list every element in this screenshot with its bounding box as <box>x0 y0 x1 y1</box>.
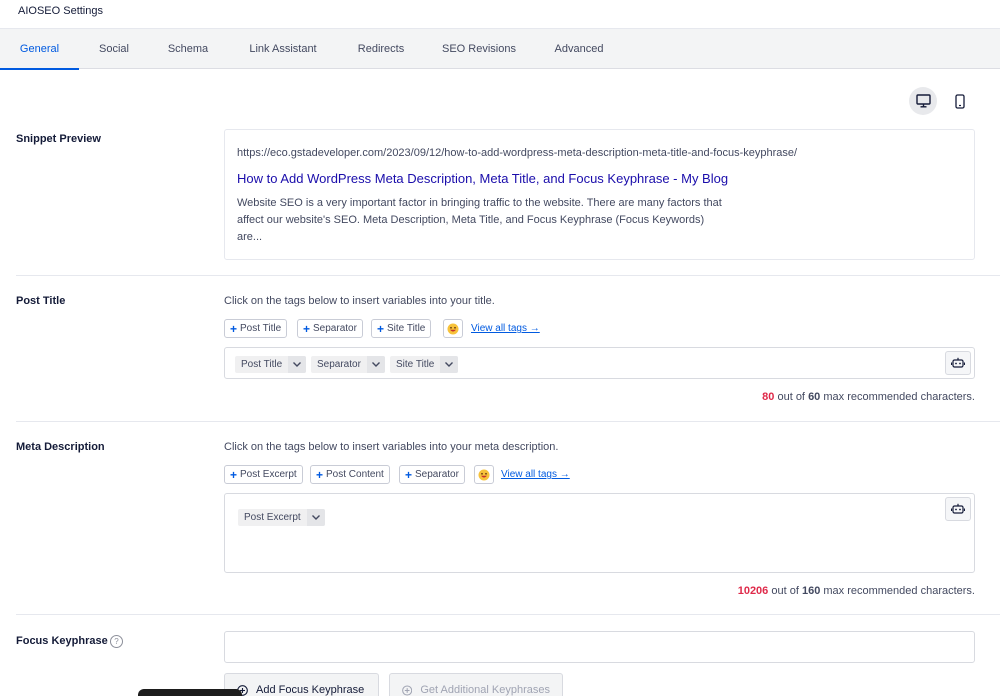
meta-description-char-count: 10206 out of 160 max recommended charact… <box>737 585 975 597</box>
tag-label: Post Excerpt <box>240 469 297 480</box>
post-title-label: Post Title <box>16 295 66 307</box>
help-icon[interactable]: ? <box>110 635 123 648</box>
tab-redirects[interactable]: Redirects <box>351 29 411 69</box>
post-title-editor[interactable]: Post Title Separator Site Title <box>224 347 975 379</box>
chevron-down-icon[interactable] <box>440 356 459 373</box>
add-focus-keyphrase-button[interactable]: Add Focus Keyphrase <box>224 673 379 696</box>
tab-seo-revisions[interactable]: SEO Revisions <box>437 29 521 69</box>
desktop-preview-button[interactable] <box>909 87 937 115</box>
chip-separator[interactable]: Separator <box>311 356 385 373</box>
post-title-char-count: 80 out of 60 max recommended characters. <box>762 391 975 403</box>
section-divider <box>16 614 1000 615</box>
tag-label: Separator <box>415 469 459 480</box>
chip-site-title[interactable]: Site Title <box>390 356 459 373</box>
meta-description-hint: Click on the tags below to insert variab… <box>224 441 559 453</box>
desktop-icon <box>915 94 931 108</box>
post-title-hint: Click on the tags below to insert variab… <box>224 295 495 307</box>
snippet-url: https://eco.gstadeveloper.com/2023/09/12… <box>237 147 798 159</box>
tag-post-content-button[interactable]: + Post Content <box>310 465 390 484</box>
mobile-preview-button[interactable] <box>946 87 974 115</box>
meta-description-label: Meta Description <box>16 441 105 453</box>
plus-icon: + <box>230 321 238 336</box>
tag-separator-button[interactable]: + Separator <box>399 465 465 484</box>
ai-generate-description-button[interactable] <box>945 497 971 521</box>
tag-label: Site Title <box>387 323 426 334</box>
tag-separator-button[interactable]: + Separator <box>297 319 363 338</box>
focus-keyphrase-input[interactable] <box>224 631 975 663</box>
ai-generate-title-button[interactable] <box>945 351 971 375</box>
snippet-description: Website SEO is a very important factor i… <box>237 197 722 243</box>
settings-header: AIOSEO Settings <box>0 0 1000 29</box>
tab-schema[interactable]: Schema <box>162 29 214 69</box>
view-all-tags-link[interactable]: View all tags → <box>501 469 570 480</box>
snippet-preview-box: https://eco.gstadeveloper.com/2023/09/12… <box>224 129 975 260</box>
plus-icon: + <box>316 467 324 482</box>
robot-icon <box>951 503 965 514</box>
snippet-preview-label: Snippet Preview <box>16 133 101 145</box>
emoji-picker-button[interactable] <box>474 465 494 484</box>
tag-site-title-button[interactable]: + Site Title <box>371 319 432 338</box>
tag-post-title-button[interactable]: + Post Title <box>224 319 288 338</box>
tag-label: Post Content <box>326 469 384 480</box>
plus-circle-icon <box>402 684 413 696</box>
overlay-bar <box>138 689 242 696</box>
tab-advanced[interactable]: Advanced <box>548 29 610 69</box>
tab-bar: General Social Schema Link Assistant Red… <box>0 29 1000 70</box>
chevron-down-icon[interactable] <box>366 356 385 373</box>
tag-post-excerpt-button[interactable]: + Post Excerpt <box>224 465 303 484</box>
section-divider <box>16 421 1000 422</box>
tag-label: Separator <box>313 323 357 334</box>
plus-icon: + <box>230 467 238 482</box>
settings-title: AIOSEO Settings <box>18 5 103 17</box>
chevron-down-icon[interactable] <box>306 509 325 526</box>
section-divider <box>16 275 1000 276</box>
emoji-picker-button[interactable] <box>443 319 463 338</box>
focus-keyphrase-label: Focus Keyphrase <box>16 635 108 647</box>
robot-icon <box>951 357 965 368</box>
tag-label: Post Title <box>240 323 282 334</box>
plus-icon: + <box>303 321 311 336</box>
plus-icon: + <box>377 321 385 336</box>
tab-social[interactable]: Social <box>92 29 136 69</box>
emoji-icon <box>447 323 459 334</box>
get-additional-keyphrases-button[interactable]: Get Additional Keyphrases <box>389 673 563 696</box>
chip-post-title[interactable]: Post Title <box>235 356 307 373</box>
tab-link-assistant[interactable]: Link Assistant <box>242 29 324 69</box>
mobile-icon <box>955 93 965 109</box>
snippet-title: How to Add WordPress Meta Description, M… <box>237 171 729 186</box>
meta-description-editor[interactable]: Post Excerpt <box>224 493 975 573</box>
plus-icon: + <box>405 467 413 482</box>
emoji-icon <box>478 469 490 480</box>
chip-post-excerpt[interactable]: Post Excerpt <box>238 509 325 526</box>
tab-general[interactable]: General <box>0 29 79 70</box>
chevron-down-icon[interactable] <box>288 356 307 373</box>
view-all-tags-link[interactable]: View all tags → <box>471 323 540 334</box>
